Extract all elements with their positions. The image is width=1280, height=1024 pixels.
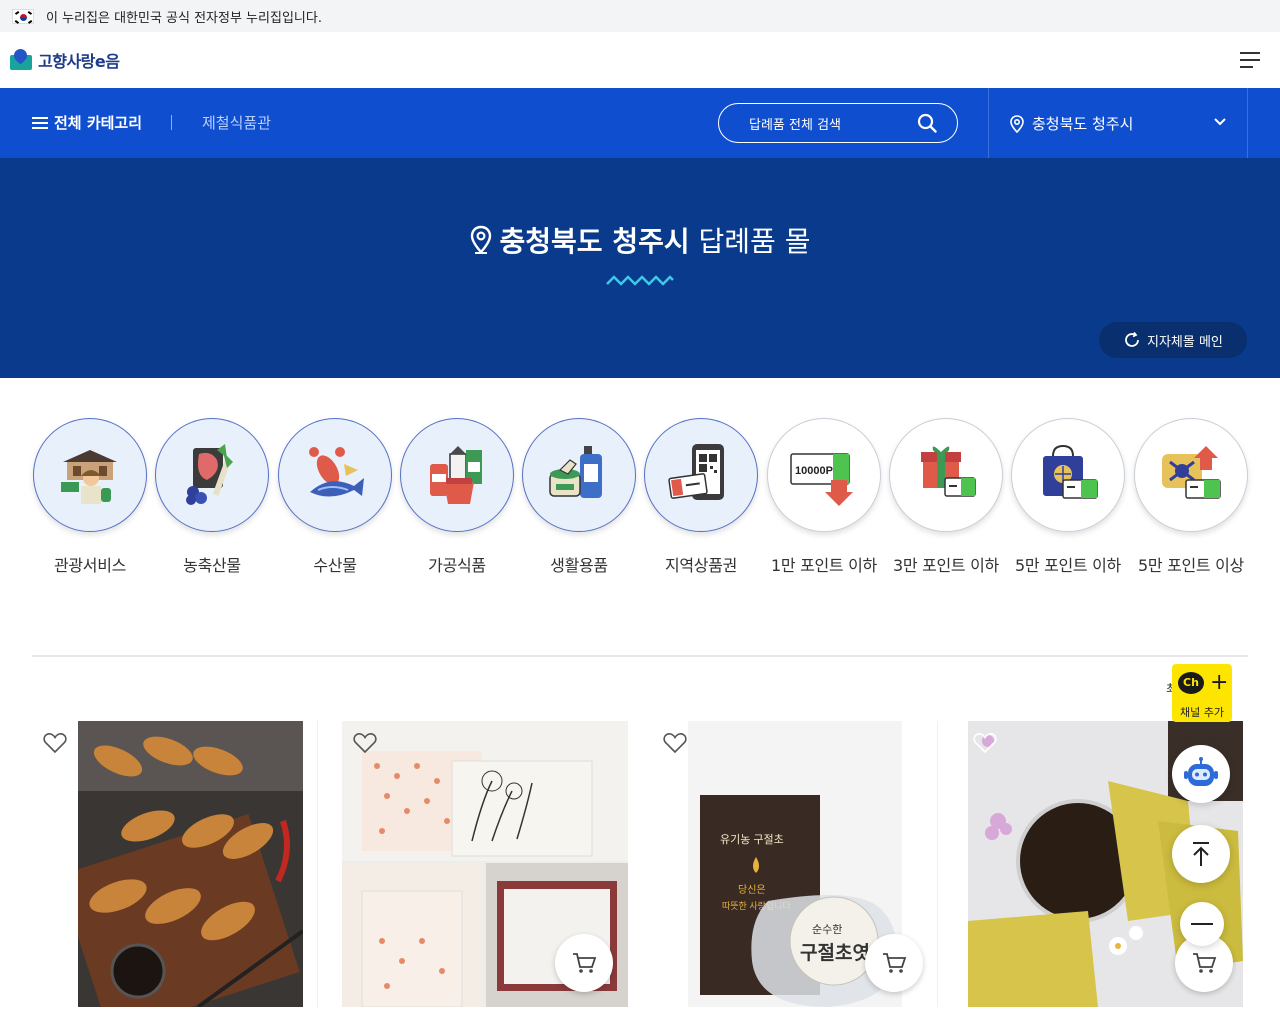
category-seafood[interactable]: 수산물 (277, 418, 393, 576)
nav-divider (171, 115, 172, 130)
arrow-up-icon (1193, 842, 1209, 866)
category-label: 관광서비스 (53, 556, 127, 575)
category-tour-service[interactable]: 관광서비스 (32, 418, 148, 576)
category-label: 1만 포인트 이하 (771, 556, 877, 575)
list-icon (32, 116, 48, 130)
logo-text: 고향사랑e음 (38, 52, 120, 71)
category-label: 생활용품 (550, 556, 608, 575)
kakao-channel-icon: Ch (1178, 672, 1204, 694)
plus-icon: + (1210, 670, 1229, 695)
section-divider (32, 655, 1248, 657)
korea-flag-icon (12, 8, 34, 24)
local-mall-main-button[interactable]: 지자체몰 메인 (1099, 322, 1247, 358)
heart-icon[interactable] (352, 731, 378, 755)
product-image-fried-dumplings[interactable] (78, 721, 303, 1007)
category-processed-food[interactable]: 가공식품 (399, 418, 515, 576)
gov-banner-text: 이 누리집은 대한민국 공식 전자정부 누리집입니다. (46, 10, 322, 26)
category-label: 수산물 (313, 556, 357, 575)
category-point-over-50000[interactable]: 5만 포인트 이상 (1133, 418, 1249, 576)
all-categories-label: 전체 카테고리 (54, 114, 143, 132)
kakao-channel-add-button[interactable]: Ch + 채널 추가 (1172, 664, 1232, 722)
point-10000-icon: 10000P (790, 453, 853, 506)
region-selector[interactable]: 충청북도 청주시 (1010, 113, 1133, 134)
category-label: 지역상품권 (664, 556, 738, 575)
seasonal-food-link[interactable]: 제철식품관 (202, 112, 271, 133)
cart-icon (573, 953, 597, 973)
local-mall-main-label: 지자체몰 메인 (1147, 334, 1223, 350)
category-list: 관광서비스 농축산물 수산물 가공식품 생활용품 지역상품권 10000P 1만… (32, 418, 1248, 578)
package-title-text: 유기농 구절초 (720, 833, 784, 846)
heart-icon[interactable] (972, 731, 998, 755)
category-point-30000[interactable]: 3만 포인트 이하 (888, 418, 1004, 576)
hero-region: 충청북도 청주시 (499, 225, 690, 258)
region-label: 충청북도 청주시 (1032, 115, 1134, 133)
category-local-voucher[interactable]: 지역상품권 (643, 418, 759, 576)
hero-title: 충청북도 청주시 답례품 몰 (0, 220, 1280, 260)
site-logo[interactable]: 고향사랑e음 (10, 46, 120, 72)
menu-icon[interactable] (1240, 50, 1260, 70)
product-card[interactable]: 유기농 구절초 당신은 따뜻한 사랑입니다 순수한 구절초엿 (652, 721, 938, 1007)
product-card[interactable] (32, 721, 318, 1007)
nav-bar: 전체 카테고리 제철식품관 답례품 전체 검색 충청북도 청주시 (0, 88, 1280, 158)
hero-suffix: 답례품 몰 (698, 225, 811, 258)
category-label: 5만 포인트 이하 (1015, 556, 1121, 575)
heart-icon[interactable] (662, 731, 688, 755)
household-goods-icon (549, 446, 602, 498)
kakao-channel-label: 채널 추가 (1180, 706, 1224, 719)
all-categories-button[interactable]: 전체 카테고리 (32, 112, 142, 133)
refresh-icon (1125, 331, 1139, 347)
chatbot-robot-icon (1184, 757, 1218, 786)
chatbot-button[interactable] (1172, 745, 1230, 803)
region-divider-right (1247, 88, 1248, 158)
collapse-button[interactable] (1180, 902, 1224, 946)
hero-banner: 충청북도 청주시 답례품 몰 지자체몰 메인 (0, 158, 1280, 378)
search-icon[interactable] (917, 113, 937, 133)
heart-icon[interactable] (42, 731, 68, 755)
search-input[interactable]: 답례품 전체 검색 (718, 103, 958, 143)
category-point-50000[interactable]: 5만 포인트 이하 (1010, 418, 1126, 576)
point-badge-text: 10000P (795, 465, 833, 477)
gov-banner: 이 누리집은 대한민국 공식 전자정부 누리집입니다. (0, 0, 1280, 32)
tour-service-icon (61, 450, 117, 504)
local-voucher-icon (668, 444, 724, 500)
package-line1-text: 당신은 (738, 884, 766, 896)
processed-food-icon (430, 446, 482, 504)
search-placeholder: 답례품 전체 검색 (749, 117, 841, 133)
scroll-top-button[interactable] (1172, 825, 1230, 883)
seafood-icon (309, 447, 364, 497)
package-label-large-text: 구절초엿 (800, 942, 870, 964)
agri-livestock-icon (186, 444, 233, 505)
cart-icon (1193, 953, 1217, 973)
zigzag-decoration (606, 275, 674, 286)
point-over-50000-icon (1162, 446, 1221, 499)
region-divider (988, 88, 989, 158)
product-photo (78, 721, 303, 1007)
location-pin-icon (470, 225, 491, 254)
package-label-small-text: 순수한 (812, 923, 842, 936)
category-agri-livestock[interactable]: 농축산물 (154, 418, 270, 576)
site-header: 고향사랑e음 (0, 32, 1280, 88)
category-point-10000[interactable]: 10000P 1만 포인트 이하 (766, 418, 882, 576)
category-label: 5만 포인트 이상 (1138, 556, 1244, 575)
cart-icon (883, 953, 907, 973)
minus-icon (1191, 923, 1213, 925)
point-30000-icon (921, 446, 976, 497)
category-label: 3만 포인트 이하 (893, 556, 999, 575)
category-label: 가공식품 (428, 556, 486, 575)
logo-icon (10, 46, 32, 71)
location-pin-icon (1010, 114, 1024, 133)
add-to-cart-button[interactable] (865, 934, 923, 992)
chevron-down-icon[interactable] (1212, 116, 1228, 128)
add-to-cart-button[interactable] (555, 934, 613, 992)
category-household-goods[interactable]: 생활용품 (521, 418, 637, 576)
point-50000-icon (1043, 444, 1098, 499)
product-card[interactable] (342, 721, 628, 1007)
category-label: 농축산물 (183, 556, 241, 575)
